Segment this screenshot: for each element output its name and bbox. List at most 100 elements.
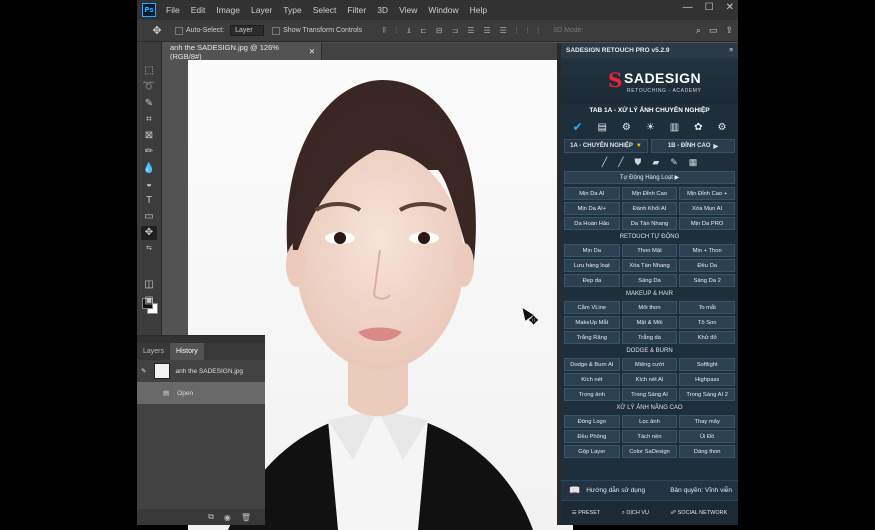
btn-min-da[interactable]: Mịn Da [564,244,620,257]
btn-mieng-cuoi[interactable]: Miệng cười [621,358,678,371]
btn-sang-da-2[interactable]: Sáng Da 2 [679,274,735,287]
distribute-hcenter-icon[interactable]: ⦙ [527,26,529,36]
check-icon[interactable]: ✔ [572,120,582,134]
workspace-icon[interactable]: ▭ [709,25,718,36]
brush-tool-icon[interactable]: ✏ [141,145,157,159]
eraser-icon[interactable]: ▰ [652,157,659,168]
panel-titlebar[interactable] [137,336,265,343]
menu-file[interactable]: File [166,5,180,15]
subtab-1b[interactable]: 1B - ĐỈNH CAO ▶ [651,139,735,153]
guide-link[interactable]: Hướng dẫn sử dụng [586,487,645,494]
maximize-icon[interactable]: ☐ [705,2,714,13]
shape-tool-icon[interactable]: ▭ [141,210,157,224]
swap-colors-icon[interactable]: ⇆ [141,242,157,256]
type-tool-icon[interactable]: T [141,194,157,208]
btn-moi-thon[interactable]: Môi thon [621,301,678,314]
trash-icon[interactable]: 🗑 [241,513,251,522]
settings-icon[interactable]: ⚙ [622,122,631,133]
distribute-left-icon[interactable]: ⦙ [516,26,518,36]
btn-highpass[interactable]: Highpass [679,373,735,386]
history-snapshot[interactable]: ✎ anh the SADESIGN.jpg [137,360,265,382]
btn-loc-anh[interactable]: Lọc ảnh [621,415,678,428]
btn-gop-layer[interactable]: Gộp Layer [564,445,620,458]
btn-to-son[interactable]: Tô Son [679,316,735,329]
distribute-vcenter-icon[interactable]: ☰ [483,26,490,36]
btn-trang-rang[interactable]: Trắng Răng [564,331,620,344]
btn-trong-sang-ai-2[interactable]: Trong Sáng AI 2 [679,388,735,401]
btn-mat-moi[interactable]: Mặt & Môi [621,316,678,329]
btn-dong-logo[interactable]: Đóng Logo [564,415,620,428]
btn-trang-da[interactable]: Trắng da [621,331,678,344]
btn-dodge-burn-ai[interactable]: Dodge & Burn AI [564,358,620,371]
marquee-tool-icon[interactable]: ⬚ [141,64,157,78]
book-icon[interactable]: 📖 [569,485,580,496]
btn-to-mat[interactable]: To mắt [679,301,735,314]
btn-da-tan-nhang[interactable]: Da Tàn Nhang [621,217,678,230]
btn-min-dinh-cao-plus[interactable]: Mịn Đỉnh Cao + [679,187,735,200]
menu-3d[interactable]: 3D [377,5,388,15]
grid-icon[interactable]: ▦ [689,157,698,168]
layer-select[interactable]: Layer [230,25,265,36]
btn-color-sadesign[interactable]: Color SaDesign [621,445,678,458]
light-icon[interactable]: ☀ [646,122,655,133]
auto-select-checkbox[interactable] [175,26,183,35]
crop-tool-icon[interactable]: ⌗ [141,113,157,127]
btn-dang-thon[interactable]: Dáng thon [679,445,735,458]
align-left-icon[interactable]: ⊏ [420,26,427,36]
move-tool-icon[interactable]: ✥ [147,24,167,37]
file-icon[interactable]: ▥ [670,122,679,133]
align-top-icon[interactable]: ⫪ [382,26,387,36]
btn-makeup-mat[interactable]: MakeUp Mắt [564,316,620,329]
btn-sang-da[interactable]: Sáng Da [621,274,678,287]
auto-batch-button[interactable]: Tự Động Hàng Loạt ▶ [564,171,735,184]
align-right-icon[interactable]: ⊐ [452,26,459,36]
btn-trong-sang-ai[interactable]: Trong Sáng AI [621,388,678,401]
social-button[interactable]: ☍ SOCIAL NETWORK [671,510,728,516]
btn-min-da-ai[interactable]: Mịn Da AI [564,187,620,200]
dodge-tool-icon[interactable]: ◒ [141,178,157,192]
minimize-icon[interactable]: — [683,2,693,13]
quick-select-tool-icon[interactable]: ✎ [141,97,157,111]
btn-tach-nen[interactable]: Tách nền [621,430,678,443]
stamp-icon[interactable]: ⛊ [635,157,642,168]
btn-luu-hang-loat[interactable]: Lưu hàng loạt [564,259,620,272]
btn-thon-mat[interactable]: Thon Mặt [621,244,678,257]
btn-ui-do[interactable]: Ủi Đồ [679,430,735,443]
btn-kich-net-ai[interactable]: Kích nét AI [621,373,678,386]
menu-view[interactable]: View [399,5,417,15]
history-step[interactable]: ▤ Open [137,382,265,404]
tab-layers[interactable]: Layers [137,343,170,360]
distribute-right-icon[interactable]: ⦙ [537,26,539,36]
frame-tool-icon[interactable]: ⊠ [141,129,157,143]
menu-type[interactable]: Type [283,5,301,15]
btn-dep-da[interactable]: Đẹp da [564,274,620,287]
distribute-bottom-icon[interactable]: ☰ [500,26,507,36]
share-icon[interactable]: ⇪ [725,25,733,36]
menu-select[interactable]: Select [313,5,337,15]
blur-tool-icon[interactable]: 💧 [141,162,157,176]
btn-xoa-mun-ai[interactable]: Xóa Mụn AI [679,202,735,215]
brush-icon[interactable]: ╱ [602,157,607,168]
gear-icon[interactable]: ⚙ [717,122,726,133]
btn-danh-khoi-ai[interactable]: Đánh Khối AI [621,202,678,215]
close-tab-icon[interactable]: ✕ [309,47,315,56]
document-tab[interactable]: anh the SADESIGN.jpg @ 126% (RGB/8#) ✕ [162,43,322,61]
align-bottom-icon[interactable]: ⫫ [407,26,412,36]
menu-layer[interactable]: Layer [251,5,272,15]
tab-history[interactable]: History [170,343,204,360]
btn-softlight[interactable]: Softlight [679,358,735,371]
btn-da-hoan-hao[interactable]: Da Hoàn Hảo [564,217,620,230]
align-hcenter-icon[interactable]: ⊟ [436,26,443,36]
btn-trong-anh[interactable]: Trong ảnh [564,388,620,401]
btn-kich-net[interactable]: Kích nét [564,373,620,386]
brush-source-icon[interactable]: ✎ [141,367,146,375]
btn-min-thon[interactable]: Mịn + Thon [679,244,735,257]
btn-min-da-pro[interactable]: Mịn Da PRO [679,217,735,230]
btn-xoa-tan-nhang[interactable]: Xóa Tàn Nhang [621,259,678,272]
menu-edit[interactable]: Edit [191,5,206,15]
btn-khu-do[interactable]: Khử đỏ [679,331,735,344]
search-icon[interactable]: ⌕ [696,25,701,36]
menu-filter[interactable]: Filter [347,5,366,15]
panel-menu-icon[interactable]: ≡ [729,47,733,54]
menu-window[interactable]: Window [428,5,458,15]
